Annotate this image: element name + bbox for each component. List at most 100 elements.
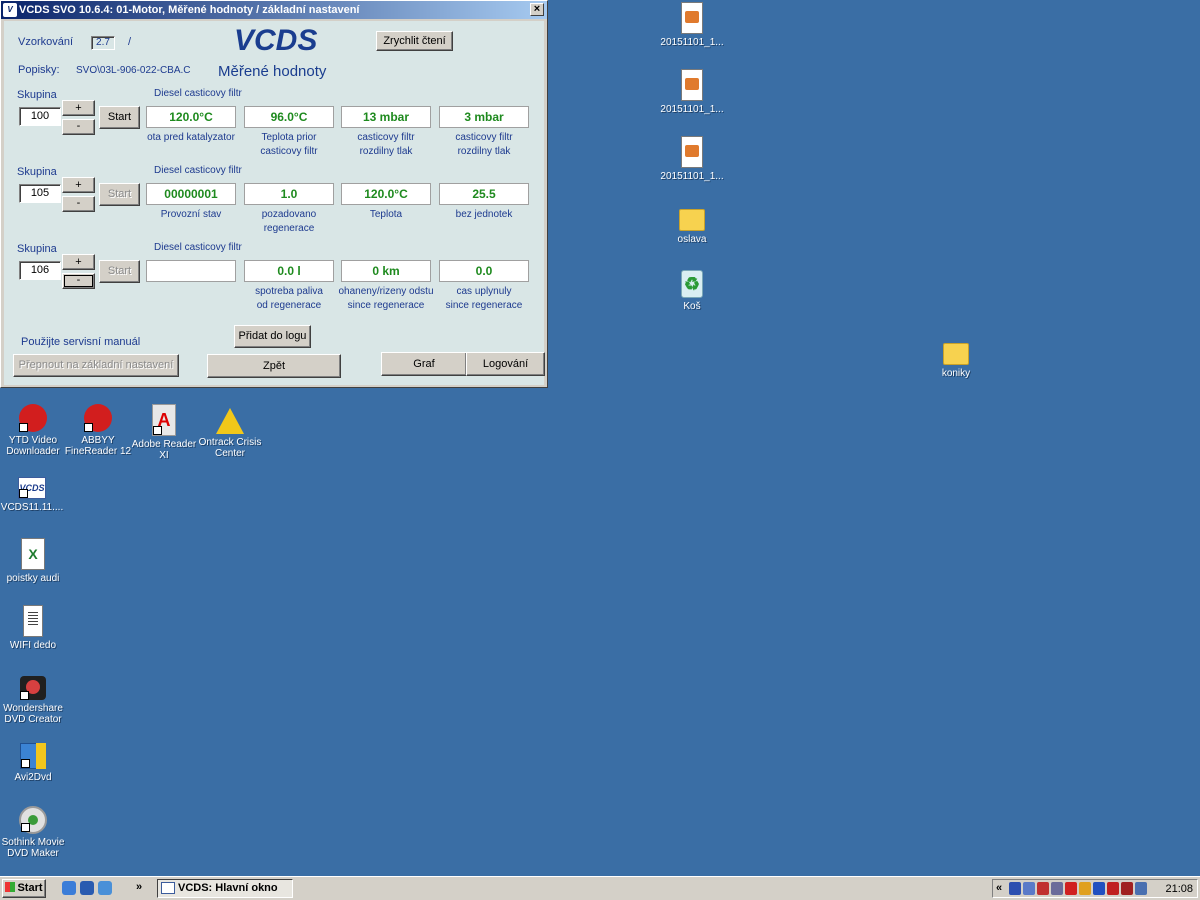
ytd-icon: [19, 404, 47, 432]
network-icon[interactable]: [1023, 882, 1035, 895]
group-plus-button[interactable]: +: [62, 254, 95, 270]
group-plus-button[interactable]: +: [62, 100, 95, 116]
ontrack-icon: [216, 408, 244, 434]
value-field: 0 km: [341, 260, 431, 282]
value-field: 1.0: [244, 183, 334, 205]
image-file-icon: [681, 69, 703, 101]
value-field: 0.0: [439, 260, 529, 282]
desktop-icon-image-2[interactable]: 20151101_1...: [655, 69, 729, 115]
reader-tray-icon[interactable]: [1107, 882, 1119, 895]
graph-button[interactable]: Graf: [381, 352, 467, 376]
group-start-button[interactable]: Start: [99, 260, 140, 283]
value-field: 25.5: [439, 183, 529, 205]
group-number-input[interactable]: 100: [19, 107, 61, 126]
desktop-icon-recycle-bin[interactable]: ♻ Koš: [655, 270, 729, 312]
vcds-icon: VCDS: [18, 477, 46, 499]
volume-icon[interactable]: [1135, 882, 1147, 895]
image-file-icon: [681, 2, 703, 34]
save-icon[interactable]: [80, 881, 94, 895]
clock: 21:08: [1165, 883, 1193, 895]
value-caption: Teplota prior casticovy filtr: [260, 132, 318, 157]
sothink-icon: [19, 806, 47, 834]
dvd-creator-icon: [20, 676, 46, 700]
antivirus-icon[interactable]: [1065, 882, 1077, 895]
avi2dvd-icon: [20, 743, 46, 769]
group-title: Diesel casticovy filtr: [154, 242, 242, 253]
desktop-icon-image-1[interactable]: 20151101_1...: [655, 2, 729, 48]
monitor-icon[interactable]: [1051, 882, 1063, 895]
desktop-icon-oslava[interactable]: oslava: [655, 203, 729, 245]
logging-button[interactable]: Logování: [466, 352, 545, 376]
add-to-log-button[interactable]: Přidat do logu: [234, 325, 311, 348]
value-field: 120.0°C: [341, 183, 431, 205]
group-plus-button[interactable]: +: [62, 177, 95, 193]
tray-chevron[interactable]: «: [996, 882, 1002, 894]
manual-hint: Použijte servisní manuál: [21, 336, 141, 348]
update-icon[interactable]: [1079, 882, 1091, 895]
vcds-logo: VCDS: [234, 24, 318, 57]
value-field: 3 mbar: [439, 106, 529, 128]
group-start-button[interactable]: Start: [99, 183, 140, 206]
start-button[interactable]: Start: [2, 879, 46, 898]
window-client: Vzorkování 2.7 / Popisky: SVO\03L-906-02…: [4, 21, 545, 385]
value-caption: casticovy filtr rozdilny tlak: [455, 132, 513, 157]
sampling-separator: /: [128, 36, 132, 48]
switch-basic-settings-button[interactable]: Přepnout na základní nastavení: [13, 354, 179, 377]
value-caption: spotreba paliva od regenerace: [255, 286, 323, 311]
group-number-input[interactable]: 105: [19, 184, 61, 203]
app-tray-icon[interactable]: [1121, 882, 1133, 895]
close-button[interactable]: ×: [530, 3, 544, 16]
bluetooth-icon[interactable]: [1093, 882, 1105, 895]
shield-icon[interactable]: [1009, 882, 1021, 895]
value-caption: Provozní stav: [160, 209, 222, 220]
desktop-icon-sothink[interactable]: Sothink Movie DVD Maker: [0, 806, 70, 859]
vcds-app-icon: V: [3, 3, 17, 17]
window-title: VCDS SVO 10.6.4: 01-Motor, Měřené hodnot…: [19, 4, 360, 16]
group-minus-button[interactable]: -: [62, 196, 95, 212]
taskbar: Start » VCDS: Hlavní okno « 21:08: [0, 876, 1200, 900]
image-file-icon: [681, 136, 703, 168]
desktop-icon-abbyy[interactable]: ABBYY FineReader 12: [61, 404, 135, 457]
group-label: Skupina: [17, 89, 57, 101]
group-title: Diesel casticovy filtr: [154, 165, 242, 176]
window-titlebar[interactable]: V VCDS SVO 10.6.4: 01-Motor, Měřené hodn…: [1, 1, 547, 19]
group-minus-button[interactable]: -: [62, 273, 95, 289]
excel-file-icon: X: [21, 538, 45, 570]
desktop-icon-ontrack[interactable]: Ontrack Crisis Center: [193, 404, 267, 459]
back-button[interactable]: Zpět: [207, 354, 341, 378]
group-label: Skupina: [17, 166, 57, 178]
sampling-value: 2.7: [91, 36, 115, 50]
desktop-icon-wondershare[interactable]: Wondershare DVD Creator: [0, 672, 70, 725]
group-minus-button[interactable]: -: [62, 119, 95, 135]
value-caption: Teplota: [369, 209, 403, 220]
windows-logo-icon: [5, 882, 16, 892]
sampling-label: Vzorkování: [18, 36, 74, 48]
value-field: 13 mbar: [341, 106, 431, 128]
desktop-icon-ytd[interactable]: YTD Video Downloader: [0, 404, 70, 457]
ie-icon[interactable]: [62, 881, 76, 895]
desktop-icon-image-3[interactable]: 20151101_1...: [655, 136, 729, 182]
abbyy-icon: [84, 404, 112, 432]
desktop-icon-avi2dvd[interactable]: Avi2Dvd: [0, 739, 70, 783]
value-caption: cas uplynuly since regenerace: [445, 286, 523, 311]
speed-read-button[interactable]: Zrychlit čtení: [376, 31, 453, 51]
desktop-icon-vcds[interactable]: VCDS VCDS11.11....: [0, 471, 69, 513]
group-start-button[interactable]: Start: [99, 106, 140, 129]
taskbar-item-vcds[interactable]: VCDS: Hlavní okno: [157, 879, 293, 898]
quicklaunch-chevron[interactable]: »: [136, 881, 142, 893]
value-field: 0.0 l: [244, 260, 334, 282]
text-file-icon: [23, 605, 43, 637]
value-field: 120.0°C: [146, 106, 236, 128]
labels-value: SVO\03L-906-022-CBA.C: [76, 65, 191, 76]
desktop-icon-adobe-reader[interactable]: A Adobe Reader XI: [127, 404, 201, 461]
network-error-icon[interactable]: [1037, 882, 1049, 895]
desktop-icon-koniky[interactable]: koniky: [919, 337, 993, 379]
desktop-icon-poistky-audi[interactable]: X poistky audi: [0, 538, 70, 584]
value-caption: ohaneny/rizeny odstu since regenerace: [338, 286, 434, 311]
desktop-icon-wifi-dedo[interactable]: WIFI dedo: [0, 605, 70, 651]
vcds-window: V VCDS SVO 10.6.4: 01-Motor, Měřené hodn…: [0, 0, 548, 388]
value-field: 96.0°C: [244, 106, 334, 128]
group-number-input[interactable]: 106: [19, 261, 61, 280]
system-tray: « 21:08: [992, 879, 1198, 898]
browser-icon[interactable]: [98, 881, 112, 895]
